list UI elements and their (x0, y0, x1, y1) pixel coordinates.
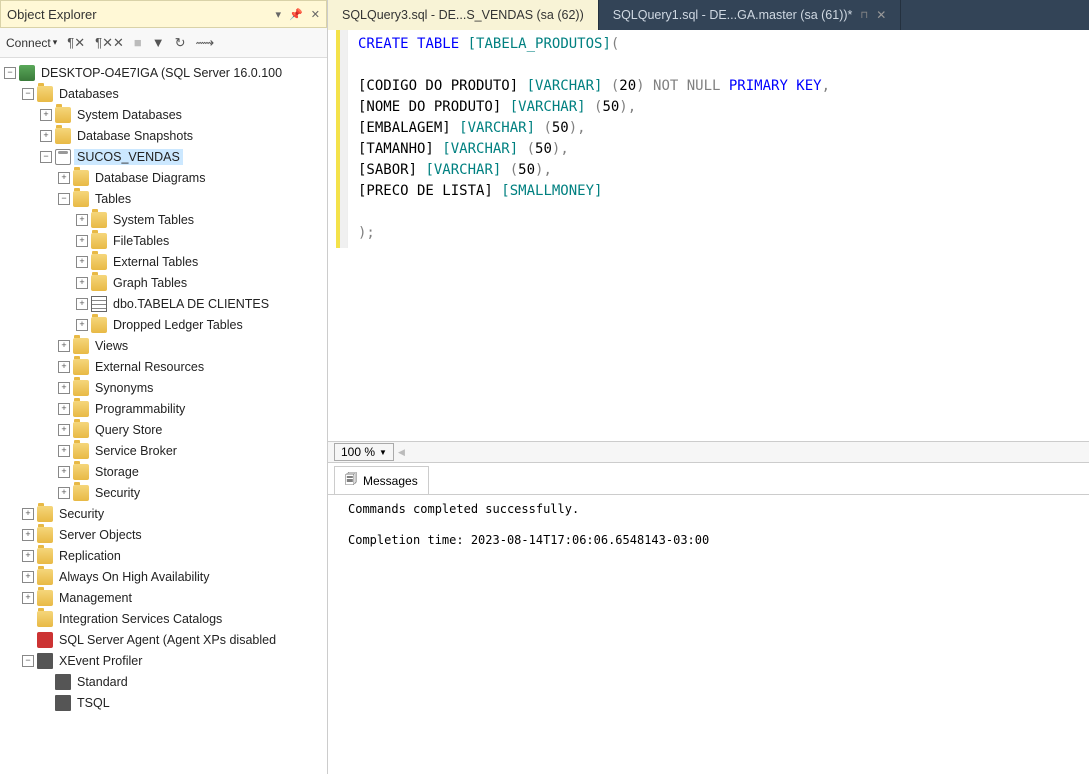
folder-icon (91, 275, 107, 291)
xevent-standard-node[interactable]: Standard (0, 671, 327, 692)
filter-icon[interactable]: ▼ (152, 35, 165, 50)
xevent-icon (55, 695, 71, 711)
close-tab-icon[interactable]: ✕ (876, 8, 886, 22)
tab-sqlquery1[interactable]: SQLQuery1.sql - DE...GA.master (sa (61))… (599, 0, 902, 30)
system-tables-node[interactable]: +System Tables (0, 209, 327, 230)
zoom-bar: 100 %▼ ◀ (328, 441, 1089, 463)
folder-icon (91, 233, 107, 249)
xevent-icon (37, 653, 53, 669)
database-diagrams-node[interactable]: +Database Diagrams (0, 167, 327, 188)
disconnect-all-icon[interactable]: ¶✕✕ (95, 35, 124, 51)
programmability-node[interactable]: +Programmability (0, 398, 327, 419)
stop-icon[interactable]: ■ (134, 35, 142, 50)
sql-agent-node[interactable]: SQL Server Agent (Agent XPs disabled (0, 629, 327, 650)
synonyms-node[interactable]: +Synonyms (0, 377, 327, 398)
folder-icon (73, 464, 89, 480)
editor-panel: SQLQuery3.sql - DE...S_VENDAS (sa (62)) … (328, 0, 1089, 774)
server-security-node[interactable]: +Security (0, 503, 327, 524)
folder-icon (91, 317, 107, 333)
folder-icon (37, 611, 53, 627)
refresh-icon[interactable]: ↻ (175, 35, 186, 51)
xevent-profiler-node[interactable]: −XEvent Profiler (0, 650, 327, 671)
messages-icon: 🗐 (345, 470, 357, 491)
tab-sqlquery3[interactable]: SQLQuery3.sql - DE...S_VENDAS (sa (62)) (328, 0, 599, 30)
editor-gutter (336, 30, 348, 248)
folder-icon (73, 359, 89, 375)
folder-icon (37, 506, 53, 522)
close-panel-icon[interactable]: ✕ (311, 8, 320, 21)
folder-icon (73, 338, 89, 354)
folder-icon (73, 170, 89, 186)
pin-icon[interactable]: 📌 (289, 8, 303, 21)
filetables-node[interactable]: +FileTables (0, 230, 327, 251)
management-node[interactable]: +Management (0, 587, 327, 608)
graph-tables-node[interactable]: +Graph Tables (0, 272, 327, 293)
folder-icon (73, 443, 89, 459)
panel-title: Object Explorer (7, 7, 97, 22)
is-catalogs-node[interactable]: Integration Services Catalogs (0, 608, 327, 629)
folder-icon (91, 254, 107, 270)
tables-node[interactable]: −Tables (0, 188, 327, 209)
xevent-tsql-node[interactable]: TSQL (0, 692, 327, 713)
message-line: Completion time: 2023-08-14T17:06:06.654… (348, 532, 1069, 549)
server-icon (19, 65, 35, 81)
folder-icon (91, 212, 107, 228)
database-snapshots-node[interactable]: +Database Snapshots (0, 125, 327, 146)
folder-icon (37, 590, 53, 606)
dbo-clientes-node[interactable]: +dbo.TABELA DE CLIENTES (0, 293, 327, 314)
object-explorer-panel: Object Explorer ▾ 📌 ✕ Connect▾ ¶✕ ¶✕✕ ■ … (0, 0, 328, 774)
xevent-icon (55, 674, 71, 690)
disconnect-icon[interactable]: ¶✕ (67, 35, 85, 51)
messages-panel: 🗐Messages Commands completed successfull… (328, 463, 1089, 774)
folder-icon (55, 107, 71, 123)
folder-icon (73, 485, 89, 501)
folder-icon (37, 569, 53, 585)
dropdown-icon[interactable]: ▾ (276, 8, 282, 21)
tree-view[interactable]: −DESKTOP-O4E7IGA (SQL Server 16.0.100 −D… (0, 58, 327, 774)
folder-icon (73, 422, 89, 438)
folder-icon (37, 548, 53, 564)
system-databases-node[interactable]: +System Databases (0, 104, 327, 125)
table-icon (91, 296, 107, 312)
alwayson-node[interactable]: +Always On High Availability (0, 566, 327, 587)
messages-body[interactable]: Commands completed successfully. Complet… (328, 494, 1089, 774)
folder-icon (37, 86, 53, 102)
server-node[interactable]: −DESKTOP-O4E7IGA (SQL Server 16.0.100 (0, 62, 327, 83)
service-broker-node[interactable]: +Service Broker (0, 440, 327, 461)
agent-icon (37, 632, 53, 648)
views-node[interactable]: +Views (0, 335, 327, 356)
storage-node[interactable]: +Storage (0, 461, 327, 482)
folder-icon (37, 527, 53, 543)
database-icon (55, 149, 71, 165)
scroll-left-icon[interactable]: ◀ (398, 447, 405, 458)
pin-icon[interactable]: ⊓ (860, 10, 868, 21)
db-security-node[interactable]: +Security (0, 482, 327, 503)
editor-tabbar: SQLQuery3.sql - DE...S_VENDAS (sa (62)) … (328, 0, 1089, 30)
replication-node[interactable]: +Replication (0, 545, 327, 566)
folder-icon (73, 401, 89, 417)
server-objects-node[interactable]: +Server Objects (0, 524, 327, 545)
dropped-ledger-node[interactable]: +Dropped Ledger Tables (0, 314, 327, 335)
databases-node[interactable]: −Databases (0, 83, 327, 104)
external-tables-node[interactable]: +External Tables (0, 251, 327, 272)
explorer-toolbar: Connect▾ ¶✕ ¶✕✕ ■ ▼ ↻ ⟿ (0, 28, 327, 58)
sql-editor[interactable]: CREATE TABLE [TABELA_PRODUTOS]( [CODIGO … (328, 30, 1089, 248)
connect-button[interactable]: Connect▾ (6, 36, 57, 50)
folder-icon (73, 191, 89, 207)
folder-icon (73, 380, 89, 396)
messages-tab[interactable]: 🗐Messages (334, 466, 429, 494)
sucos-vendas-node[interactable]: −SUCOS_VENDAS (0, 146, 327, 167)
folder-icon (55, 128, 71, 144)
message-line: Commands completed successfully. (348, 501, 1069, 518)
query-store-node[interactable]: +Query Store (0, 419, 327, 440)
zoom-select[interactable]: 100 %▼ (334, 443, 394, 461)
external-resources-node[interactable]: +External Resources (0, 356, 327, 377)
panel-header: Object Explorer ▾ 📌 ✕ (0, 0, 327, 28)
activity-icon[interactable]: ⟿ (196, 35, 215, 51)
editor-code[interactable]: CREATE TABLE [TABELA_PRODUTOS]( [CODIGO … (348, 30, 840, 248)
